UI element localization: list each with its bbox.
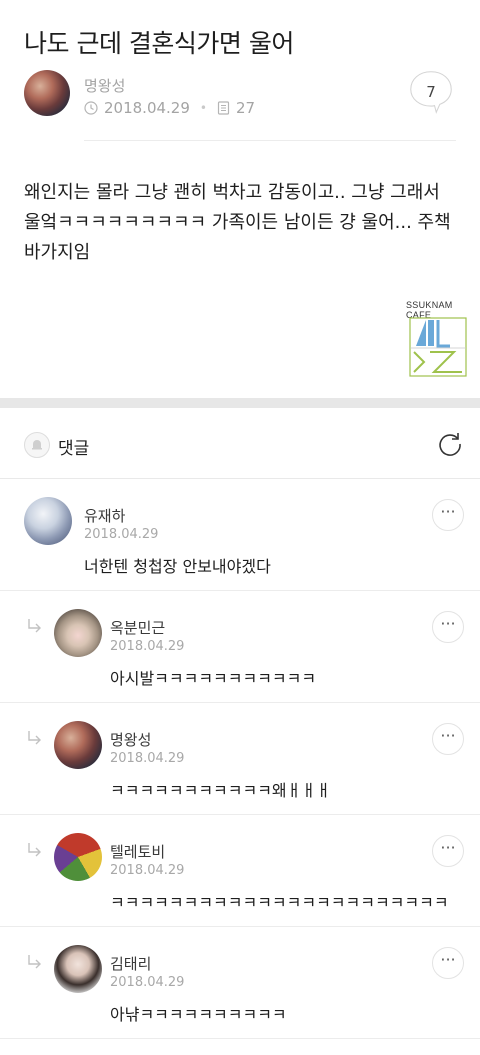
meta-separator: • (199, 101, 207, 115)
comment-count[interactable]: 7 (406, 70, 456, 114)
reply-arrow-icon (28, 731, 41, 745)
more-button[interactable]: ··· (432, 611, 464, 643)
avatar[interactable] (54, 721, 102, 769)
more-button[interactable]: ··· (432, 723, 464, 755)
reply-item: 명왕성 2018.04.29 ㅋㅋㅋㅋㅋㅋㅋㅋㅋㅋㅋ왜ㅐㅐㅐ ··· (0, 703, 480, 815)
document-icon (217, 101, 230, 115)
avatar[interactable] (54, 609, 102, 657)
comment-date: 2018.04.29 (110, 975, 185, 990)
post-body: 왜인지는 몰라 그냥 괜히 벅차고 감동이고.. 그냥 그래서 울엌ㅋㅋㅋㅋㅋㅋ… (24, 182, 451, 263)
refresh-icon[interactable] (436, 430, 464, 458)
divider (84, 140, 456, 141)
more-button[interactable]: ··· (432, 947, 464, 979)
post-title: 나도 근데 결혼식가면 울어 (24, 29, 294, 58)
comment-item: 유재하 2018.04.29 너한텐 청첩장 안보내야겠다 ··· (0, 479, 480, 591)
comment-author[interactable]: 유재하 (84, 505, 125, 526)
comment-text: ㅋㅋㅋㅋㅋㅋㅋㅋㅋㅋㅋㅋㅋㅋㅋㅋㅋㅋㅋㅋㅋㅋㅋ (110, 893, 449, 912)
reply-arrow-icon (28, 843, 41, 857)
comment-text: 아시발ㅋㅋㅋㅋㅋㅋㅋㅋㅋㅋㅋ (110, 669, 317, 688)
post-meta: 2018.04.29 • 27 (84, 99, 255, 117)
reply-arrow-icon (28, 955, 41, 969)
reply-item: 옥분민근 2018.04.29 아시발ㅋㅋㅋㅋㅋㅋㅋㅋㅋㅋㅋ ··· (0, 591, 480, 703)
reply-item: 김태리 2018.04.29 아냒ㅋㅋㅋㅋㅋㅋㅋㅋㅋㅋ ··· (0, 927, 480, 1039)
post-date: 2018.04.29 (104, 99, 190, 117)
comment-text: 아냒ㅋㅋㅋㅋㅋㅋㅋㅋㅋㅋ (110, 1005, 287, 1024)
bell-icon[interactable] (24, 432, 50, 458)
cafe-logo-icon (409, 317, 467, 377)
avatar[interactable] (54, 833, 102, 881)
reply-item: 텔레토비 2018.04.29 ㅋㅋㅋㅋㅋㅋㅋㅋㅋㅋㅋㅋㅋㅋㅋㅋㅋㅋㅋㅋㅋㅋㅋ … (0, 815, 480, 927)
avatar[interactable] (54, 945, 102, 993)
comment-date: 2018.04.29 (110, 639, 185, 654)
comment-author[interactable]: 텔레토비 (110, 841, 165, 862)
avatar[interactable] (24, 497, 72, 545)
comment-date: 2018.04.29 (110, 863, 185, 878)
comment-text: ㅋㅋㅋㅋㅋㅋㅋㅋㅋㅋㅋ왜ㅐㅐㅐ (110, 781, 331, 800)
clock-icon (84, 101, 98, 115)
author-avatar[interactable] (24, 70, 70, 116)
comment-author[interactable]: 김태리 (110, 953, 151, 974)
comment-author[interactable]: 명왕성 (110, 729, 151, 750)
comments-label: 댓글 (58, 439, 90, 459)
comment-author[interactable]: 옥분민근 (110, 617, 165, 638)
author-name[interactable]: 명왕성 (84, 75, 125, 96)
section-divider (0, 398, 480, 408)
reply-arrow-icon (28, 619, 41, 633)
more-button[interactable]: ··· (432, 499, 464, 531)
bell-glyph-icon (32, 440, 42, 450)
view-count: 27 (235, 99, 256, 117)
comment-date: 2018.04.29 (110, 751, 185, 766)
comment-date: 2018.04.29 (84, 527, 159, 542)
comment-text: 너한텐 청첩장 안보내야겠다 (84, 557, 271, 576)
more-button[interactable]: ··· (432, 835, 464, 867)
